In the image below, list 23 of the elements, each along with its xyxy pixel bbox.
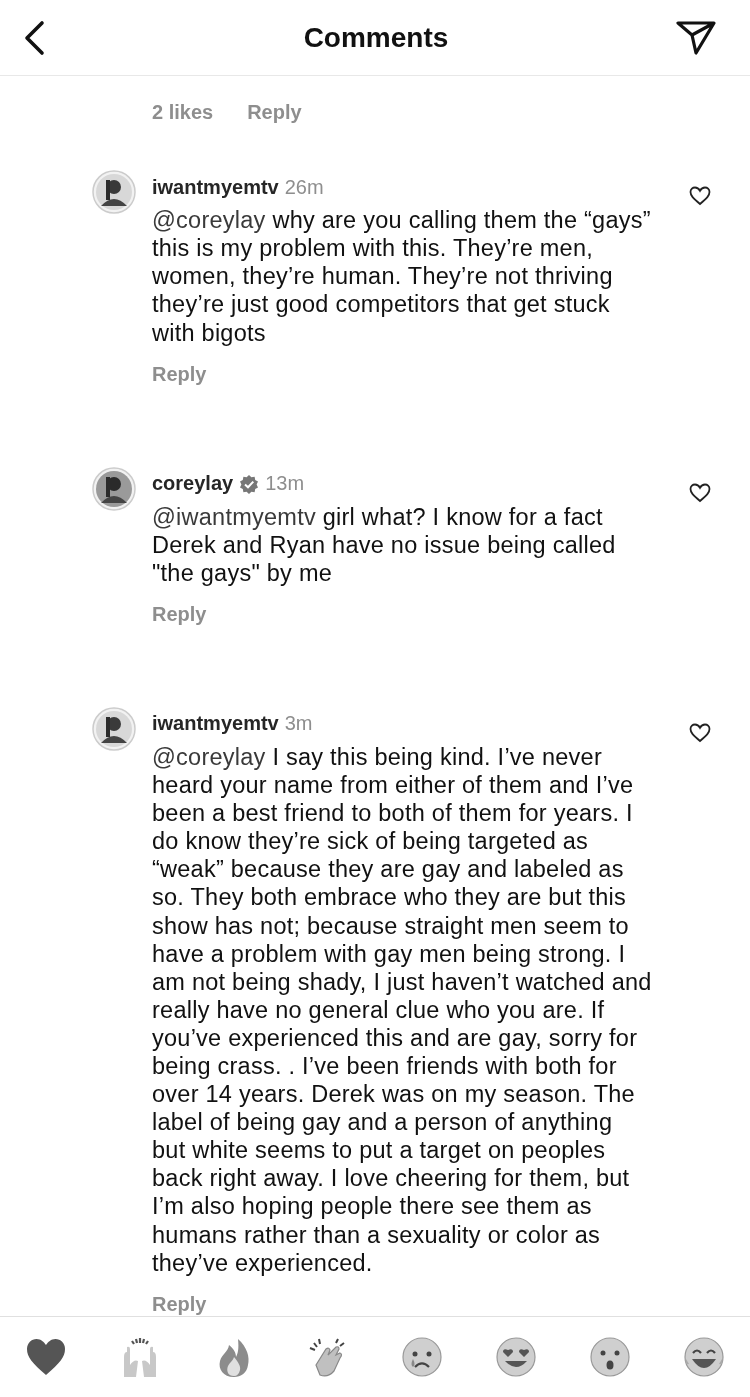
heart-icon[interactable]: [689, 482, 711, 503]
username[interactable]: coreylay: [152, 472, 234, 496]
back-icon[interactable]: [22, 19, 46, 56]
heart-icon[interactable]: [689, 722, 711, 743]
comment-time: 3m: [284, 712, 313, 736]
comment-text: @iwantmyemtv girl what? I know for a fact Derek and Ryan have no issue being called "the gays" by me: [152, 502, 617, 587]
username[interactable]: iwantmyemtv: [152, 712, 279, 736]
crying-icon[interactable]: [400, 1334, 444, 1379]
comment-time: 26m: [284, 175, 324, 199]
comment-text: @coreylay why are you calling them the “gays” this is my problem with this. They’re men, women, they’re human. They’re not thriving they’re just good competitors that get stuck with bigots: [152, 206, 652, 347]
mention-link[interactable]: @coreylay: [152, 743, 266, 770]
laughing-icon[interactable]: [682, 1334, 726, 1379]
mention-link[interactable]: @coreylay: [152, 207, 266, 234]
comment-time: 13m: [265, 472, 305, 496]
heart-eyes-icon[interactable]: [494, 1334, 538, 1379]
mention-link[interactable]: @iwantmyemtv: [152, 503, 316, 530]
username[interactable]: iwantmyemtv: [152, 175, 279, 199]
comment-text: @coreylay I say this being kind. I’ve never heard your name from either of them and I’ve been a best friend to both of them for years. I do know they’re sick of being targeted as “weak” because they are gay and labeled as so. They both embrace who they are but this show has not; because straight men seem to have a problem with gay men being strong. I am not being shady, I just haven’t watched and really have no general clue who you are. If you’ve experienced this and are gay, sorry for being crass. . I’ve been friends with both for over 14 years. Derek was on my season. The label of being gay and a person of anything but white seems to put a target on peoples back right away. I love cheering for them, but I’m also hoping people there see them as humans rather than a sexuality or color as they’ve experienced.: [152, 742, 652, 1277]
likes-count: 2 likes: [152, 100, 214, 126]
surprised-icon[interactable]: [588, 1334, 632, 1379]
send-icon[interactable]: [676, 19, 716, 56]
heart-icon[interactable]: [689, 186, 711, 207]
window-title: Comments: [303, 21, 449, 54]
